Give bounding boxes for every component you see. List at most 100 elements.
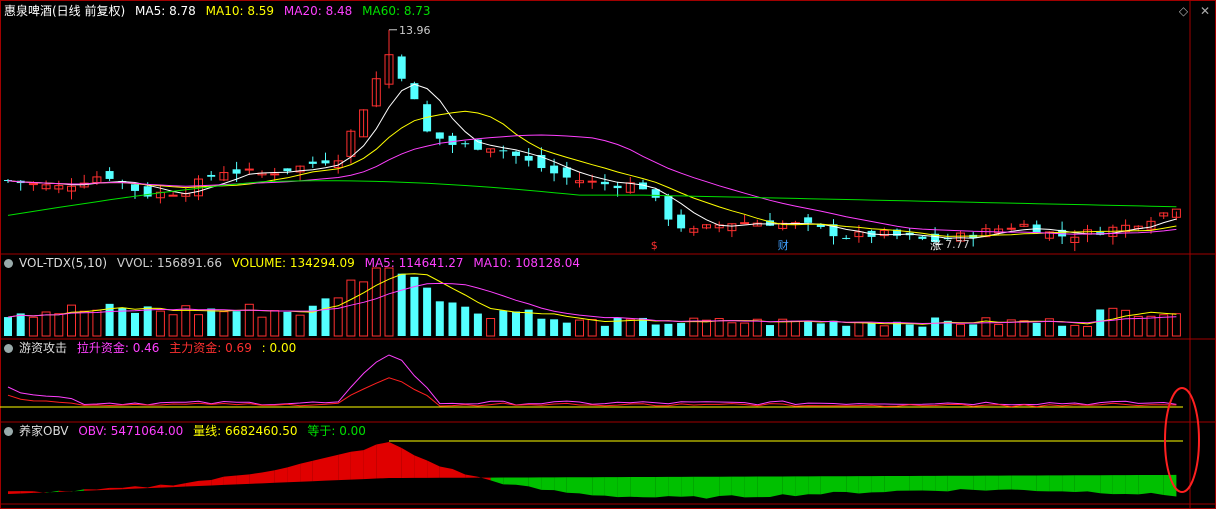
volume-bar	[1133, 315, 1143, 337]
volume-bar	[4, 317, 12, 336]
candle-up	[244, 168, 254, 171]
candle-down	[600, 181, 609, 185]
volume-bar	[486, 318, 496, 337]
obv-area	[350, 450, 364, 480]
obv-label: OBV: 5471064.00	[78, 424, 184, 438]
candle-down	[499, 150, 508, 152]
volume-bar	[499, 310, 508, 336]
event-marker: 涨	[930, 239, 941, 252]
obv-area	[325, 454, 339, 481]
volume-bar	[435, 301, 444, 336]
candle-down	[804, 217, 813, 223]
vol-ma5-label: MA5: 114641.27	[364, 256, 464, 270]
obv-area	[20, 491, 34, 494]
obv-area	[541, 477, 555, 491]
volume-bar	[321, 298, 330, 336]
obv-area	[820, 476, 834, 495]
volume-bar	[1146, 315, 1156, 337]
candle-down	[918, 236, 927, 239]
event-marker: 财	[778, 238, 789, 252]
candle-up	[740, 222, 750, 225]
obv-area	[909, 475, 923, 491]
yzgj-settings-icon[interactable]	[4, 344, 13, 353]
obv-area	[579, 477, 593, 496]
obv-settings-icon[interactable]	[4, 427, 13, 436]
volume-bar	[918, 326, 927, 336]
obv-area	[960, 475, 974, 490]
volume-bar	[816, 323, 825, 336]
obv-area	[871, 476, 885, 493]
obv-area	[833, 476, 847, 492]
obv-name: 养家OBV	[19, 424, 69, 438]
candle-down	[321, 160, 330, 164]
volume-bar	[131, 312, 139, 336]
obv-area	[744, 476, 758, 498]
obv-area	[1074, 475, 1088, 493]
volume-bar	[1083, 326, 1092, 337]
obv-area	[604, 477, 618, 498]
volume-bar	[625, 318, 635, 337]
obv-area	[782, 476, 796, 497]
volume-bar	[512, 311, 520, 336]
obv-area	[503, 477, 516, 485]
obv-area	[71, 489, 85, 492]
volume-bar	[397, 273, 406, 336]
candle-down	[461, 143, 470, 145]
volume-group	[4, 267, 1181, 337]
volume-bar	[664, 323, 673, 336]
volume-bar	[473, 313, 482, 336]
window-controls: ◇ ✕	[1171, 4, 1210, 18]
candle-down	[512, 151, 520, 156]
vol-settings-icon[interactable]	[4, 259, 13, 268]
obv-area	[655, 476, 669, 498]
obv-area	[376, 441, 389, 479]
obv-area	[922, 475, 936, 491]
liangxian-label: 量线: 6682460.50	[193, 424, 298, 438]
volume-bar	[790, 320, 800, 337]
obv-area	[477, 476, 491, 481]
obv-area	[846, 476, 859, 494]
vvol-label: VVOL: 156891.66	[116, 256, 222, 270]
volume-bar	[67, 304, 76, 337]
diamond-icon[interactable]: ◇	[1179, 4, 1188, 18]
volume-bar	[562, 322, 571, 336]
obv-area	[287, 463, 301, 483]
obv-area	[1125, 475, 1139, 495]
volume-bar	[867, 323, 876, 336]
volume-bar	[54, 313, 64, 337]
obv-area	[554, 477, 567, 493]
obv-area	[96, 487, 110, 491]
candle-down	[562, 167, 571, 178]
candle-down	[550, 165, 559, 174]
volume-bar	[1159, 314, 1169, 337]
obv-area	[300, 460, 313, 482]
close-icon[interactable]: ✕	[1200, 4, 1210, 18]
obv-area	[1062, 475, 1075, 493]
obv-area	[33, 491, 47, 493]
volume-bar	[1096, 309, 1105, 336]
volume-bar	[842, 325, 851, 336]
volume-bar	[257, 316, 267, 337]
candle-down	[283, 168, 292, 172]
volume-bar	[905, 324, 914, 336]
candle-down	[524, 155, 533, 161]
dengyu-label: 等于: 0.00	[307, 424, 366, 438]
volume-bar	[1019, 320, 1029, 337]
obv-area	[439, 466, 453, 478]
obv-area	[1011, 475, 1024, 491]
obv-area	[427, 460, 440, 478]
obv-area	[249, 472, 262, 484]
volume-bar	[1121, 309, 1131, 337]
volume-bar	[346, 279, 356, 337]
obv-area	[1087, 475, 1101, 494]
obv-area	[757, 476, 770, 498]
obv-area	[490, 477, 504, 485]
volume-bar	[118, 307, 127, 336]
high-label: 13.96	[399, 24, 431, 37]
obv-area	[262, 470, 275, 484]
obv-area	[211, 476, 224, 486]
volume-bar	[1058, 325, 1067, 336]
volume-bar	[956, 323, 965, 337]
obv-area	[147, 484, 161, 489]
volume-label: VOLUME: 134294.09	[231, 256, 355, 270]
